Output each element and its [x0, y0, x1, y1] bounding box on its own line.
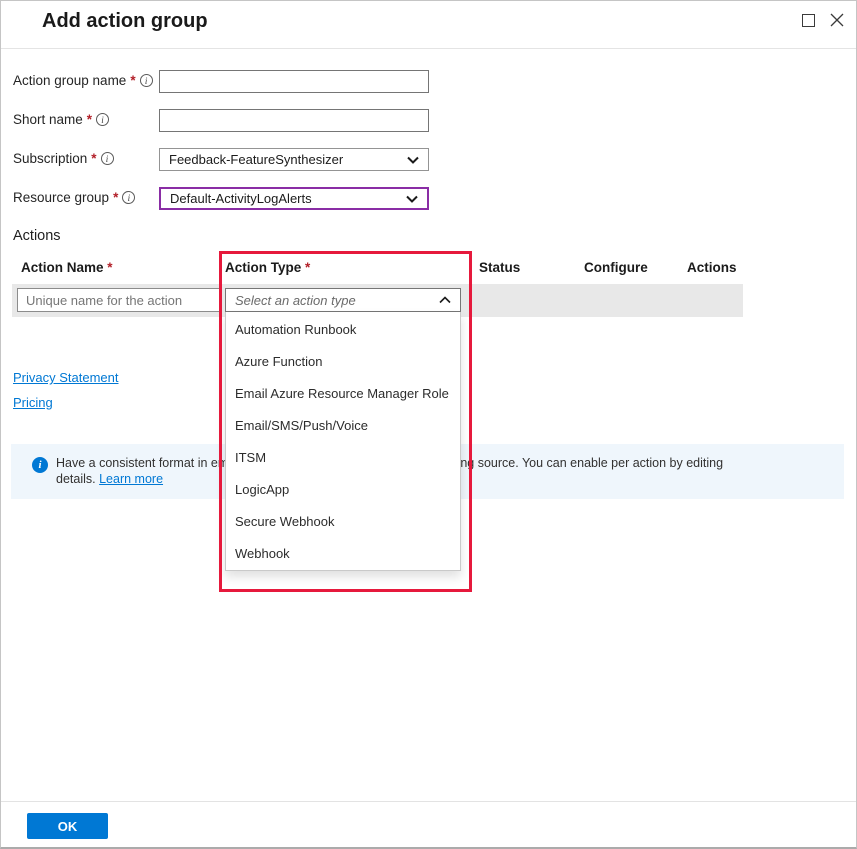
- banner-line2: details.: [56, 472, 96, 486]
- action-type-dropdown: Automation Runbook Azure Function Email …: [225, 312, 461, 571]
- label-text: Action group name: [13, 73, 126, 88]
- option-azure-function[interactable]: Azure Function: [226, 345, 460, 377]
- option-email-arm-role[interactable]: Email Azure Resource Manager Role: [226, 377, 460, 409]
- option-automation-runbook[interactable]: Automation Runbook: [226, 313, 460, 345]
- pricing-link[interactable]: Pricing: [13, 395, 53, 410]
- required-asterisk: *: [107, 260, 112, 275]
- footer-divider: [1, 801, 856, 802]
- ok-button[interactable]: OK: [27, 813, 108, 839]
- header-text: Action Name: [21, 260, 104, 275]
- required-asterisk: *: [87, 112, 92, 127]
- add-action-group-dialog: Add action group Action group name * i S…: [0, 0, 857, 849]
- chevron-up-icon: [439, 296, 451, 304]
- resource-group-label: Resource group * i: [13, 190, 135, 205]
- required-asterisk: *: [113, 190, 118, 205]
- column-header-status: Status: [479, 260, 520, 275]
- page-title: Add action group: [42, 10, 208, 33]
- label-text: Short name: [13, 112, 83, 127]
- subscription-select[interactable]: Feedback-FeatureSynthesizer: [159, 148, 429, 171]
- required-asterisk: *: [130, 73, 135, 88]
- option-secure-webhook[interactable]: Secure Webhook: [226, 505, 460, 537]
- resource-group-select[interactable]: Default-ActivityLogAlerts: [159, 187, 429, 210]
- label-text: Subscription: [13, 151, 87, 166]
- short-name-input[interactable]: [159, 109, 429, 132]
- required-asterisk: *: [305, 260, 310, 275]
- action-name-input[interactable]: [17, 288, 220, 312]
- header-text: Action Type: [225, 260, 301, 275]
- titlebar-divider: [1, 48, 856, 49]
- info-icon[interactable]: i: [96, 113, 109, 126]
- actions-section-heading: Actions: [13, 228, 61, 244]
- option-itsm[interactable]: ITSM: [226, 441, 460, 473]
- label-text: Resource group: [13, 190, 109, 205]
- resource-group-value: Default-ActivityLogAlerts: [170, 191, 312, 206]
- subscription-value: Feedback-FeatureSynthesizer: [169, 152, 343, 167]
- chevron-down-icon: [406, 195, 418, 203]
- privacy-statement-link[interactable]: Privacy Statement: [13, 370, 119, 385]
- action-type-placeholder: Select an action type: [235, 293, 356, 308]
- column-header-actions: Actions: [687, 260, 737, 275]
- action-group-name-input[interactable]: [159, 70, 429, 93]
- info-icon[interactable]: i: [122, 191, 135, 204]
- column-header-action-type: Action Type *: [225, 260, 310, 275]
- option-email-sms-push-voice[interactable]: Email/SMS/Push/Voice: [226, 409, 460, 441]
- short-name-label: Short name * i: [13, 112, 109, 127]
- close-icon[interactable]: [829, 12, 845, 28]
- maximize-icon[interactable]: [802, 14, 815, 27]
- info-icon: i: [32, 457, 48, 473]
- action-type-select[interactable]: Select an action type: [225, 288, 461, 312]
- option-logicapp[interactable]: LogicApp: [226, 473, 460, 505]
- column-header-action-name: Action Name *: [21, 260, 113, 275]
- info-icon[interactable]: i: [140, 74, 153, 87]
- learn-more-link[interactable]: Learn more: [99, 472, 163, 486]
- required-asterisk: *: [91, 151, 96, 166]
- info-icon[interactable]: i: [101, 152, 114, 165]
- option-webhook[interactable]: Webhook: [226, 537, 460, 569]
- subscription-label: Subscription * i: [13, 151, 114, 166]
- action-group-name-label: Action group name * i: [13, 73, 153, 88]
- chevron-down-icon: [407, 156, 419, 164]
- column-header-configure: Configure: [584, 260, 648, 275]
